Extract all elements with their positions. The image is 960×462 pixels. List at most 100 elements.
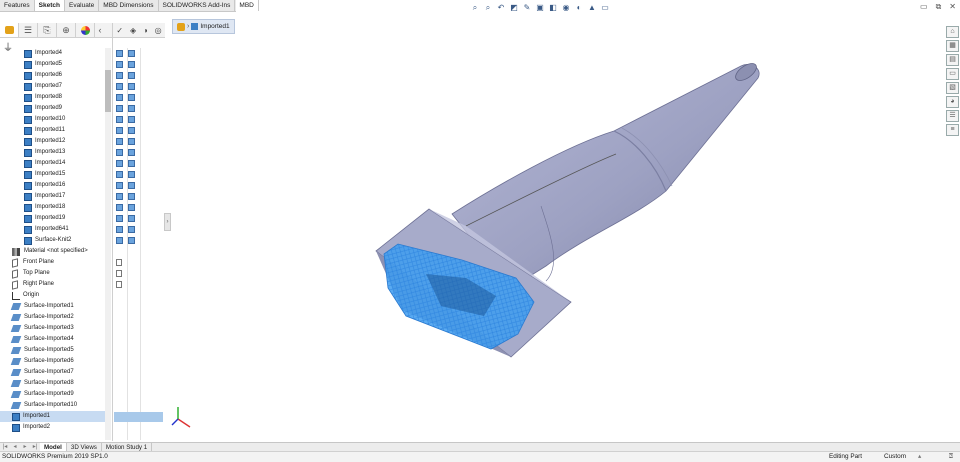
appearance-icon[interactable] <box>128 83 135 90</box>
feature-manager-tab-icon[interactable] <box>0 23 19 37</box>
appearance-icon[interactable] <box>128 72 135 79</box>
view-palette-icon[interactable]: ▧ <box>946 82 959 94</box>
tree-item[interactable]: Imported6 <box>0 70 105 81</box>
tab-mbd[interactable]: MBD <box>235 0 259 11</box>
tab-solidworks-addins[interactable]: SOLIDWORKS Add-Ins <box>159 0 236 11</box>
appearance-icon[interactable] <box>128 94 135 101</box>
edit-appearance-icon[interactable]: ◐ <box>574 3 584 13</box>
appearance-icon[interactable] <box>128 160 135 167</box>
tree-item[interactable]: Imported13 <box>0 147 105 158</box>
graphics-viewport[interactable] <box>166 16 944 442</box>
apply-scene-icon[interactable]: ▲ <box>587 3 597 13</box>
display-mode-icon[interactable] <box>116 182 123 189</box>
design-library-icon[interactable]: ▤ <box>946 54 959 66</box>
transparency-column-icon[interactable]: ◎ <box>155 26 162 35</box>
tree-scrollbar-thumb[interactable] <box>105 70 111 112</box>
view-settings-icon[interactable]: ▭ <box>600 3 610 13</box>
tree-item[interactable]: Imported15 <box>0 169 105 180</box>
tree-item[interactable]: Surface-Imported10 <box>0 400 105 411</box>
tab-features[interactable]: Features <box>0 0 35 11</box>
appearance-icon[interactable] <box>128 171 135 178</box>
appearance-column-icon[interactable]: ◑ <box>143 26 148 35</box>
property-manager-tab-icon[interactable]: ☰ <box>19 23 38 37</box>
tree-item[interactable]: Surface-Imported8 <box>0 378 105 389</box>
display-mode-icon[interactable] <box>116 105 123 112</box>
tree-item[interactable]: Surface-Imported7 <box>0 367 105 378</box>
display-mode-column-icon[interactable]: ◈ <box>130 26 136 35</box>
tree-item[interactable]: Imported14 <box>0 158 105 169</box>
appearance-icon[interactable] <box>128 204 135 211</box>
tree-item[interactable]: Imported19 <box>0 213 105 224</box>
display-mode-icon[interactable] <box>116 237 123 244</box>
resources-icon[interactable]: ▦ <box>946 40 959 52</box>
tree-item[interactable]: Surface-Imported4 <box>0 334 105 345</box>
display-mode-icon[interactable] <box>116 138 123 145</box>
display-mode-icon[interactable] <box>116 127 123 134</box>
tree-item[interactable]: Surface-Imported3 <box>0 323 105 334</box>
tab-mbd-dimensions[interactable]: MBD Dimensions <box>99 0 159 11</box>
appearance-icon[interactable] <box>128 226 135 233</box>
plane-visibility-icon[interactable] <box>116 259 122 266</box>
previous-view-icon[interactable]: ↶ <box>496 3 506 13</box>
tree-item[interactable]: Imported17 <box>0 191 105 202</box>
display-mode-icon[interactable] <box>116 226 123 233</box>
appearance-icon[interactable] <box>128 182 135 189</box>
tree-item[interactable]: Front Plane <box>0 257 105 268</box>
appearances-icon[interactable]: ◕ <box>946 96 959 108</box>
tree-item[interactable]: Imported5 <box>0 59 105 70</box>
home-icon[interactable]: ⌂ <box>946 26 959 38</box>
tree-item[interactable]: Imported18 <box>0 202 105 213</box>
appearance-icon[interactable] <box>128 215 135 222</box>
section-view-icon[interactable]: ◩ <box>509 3 519 13</box>
tree-item[interactable]: Surface-Imported1 <box>0 301 105 312</box>
plane-visibility-icon[interactable] <box>116 281 122 288</box>
tree-item[interactable]: Surface-Knit2 <box>0 235 105 246</box>
restore-icon[interactable]: ▭ <box>920 2 928 12</box>
tree-item[interactable]: Imported16 <box>0 180 105 191</box>
tree-item[interactable]: Right Plane <box>0 279 105 290</box>
display-mode-icon[interactable] <box>116 72 123 79</box>
display-mode-icon[interactable] <box>116 204 123 211</box>
display-mode-icon[interactable] <box>116 50 123 57</box>
tree-item[interactable]: Top Plane <box>0 268 105 279</box>
close-icon[interactable]: ✕ <box>949 2 956 12</box>
tree-item[interactable]: Origin <box>0 290 105 301</box>
zoom-to-fit-icon[interactable]: ⌕ <box>470 3 480 13</box>
display-mode-icon[interactable] <box>116 94 123 101</box>
forum-icon[interactable]: ≡ <box>946 124 959 136</box>
display-mode-icon[interactable] <box>116 116 123 123</box>
display-mode-icon[interactable] <box>116 171 123 178</box>
display-mode-icon[interactable] <box>116 160 123 167</box>
dynamic-annotation-icon[interactable]: ✎ <box>522 3 532 13</box>
tree-item[interactable]: Imported12 <box>0 136 105 147</box>
display-style-icon[interactable]: ◧ <box>548 3 558 13</box>
file-explorer-icon[interactable]: ▭ <box>946 68 959 80</box>
tree-item[interactable]: Imported10 <box>0 114 105 125</box>
tree-item[interactable]: Imported8 <box>0 92 105 103</box>
tree-item[interactable]: Imported7 <box>0 81 105 92</box>
tree-item[interactable]: Imported11 <box>0 125 105 136</box>
tree-item[interactable]: Material <not specified> <box>0 246 105 257</box>
appearance-icon[interactable] <box>128 138 135 145</box>
display-mode-icon[interactable] <box>116 215 123 222</box>
hide-show-column-icon[interactable]: ✓ <box>116 26 123 35</box>
tree-item[interactable]: Surface-Imported6 <box>0 356 105 367</box>
plane-visibility-icon[interactable] <box>116 270 122 277</box>
appearance-icon[interactable] <box>128 237 135 244</box>
hide-show-items-icon[interactable]: ◉ <box>561 3 571 13</box>
tree-item[interactable]: Imported1 <box>0 411 105 422</box>
display-mode-icon[interactable] <box>116 149 123 156</box>
tab-evaluate[interactable]: Evaluate <box>65 0 100 11</box>
appearance-icon[interactable] <box>128 193 135 200</box>
appearance-icon[interactable] <box>128 105 135 112</box>
appearance-icon[interactable] <box>128 127 135 134</box>
appearance-icon[interactable] <box>128 116 135 123</box>
tree-item[interactable]: Imported2 <box>0 422 105 433</box>
display-mode-icon[interactable] <box>116 83 123 90</box>
appearance-icon[interactable] <box>128 149 135 156</box>
configuration-manager-tab-icon[interactable]: ⎘ <box>38 23 57 37</box>
display-manager-tab-icon[interactable] <box>76 23 95 37</box>
model-part[interactable] <box>375 60 760 358</box>
appearance-icon[interactable] <box>128 61 135 68</box>
custom-properties-icon[interactable]: ☰ <box>946 110 959 122</box>
